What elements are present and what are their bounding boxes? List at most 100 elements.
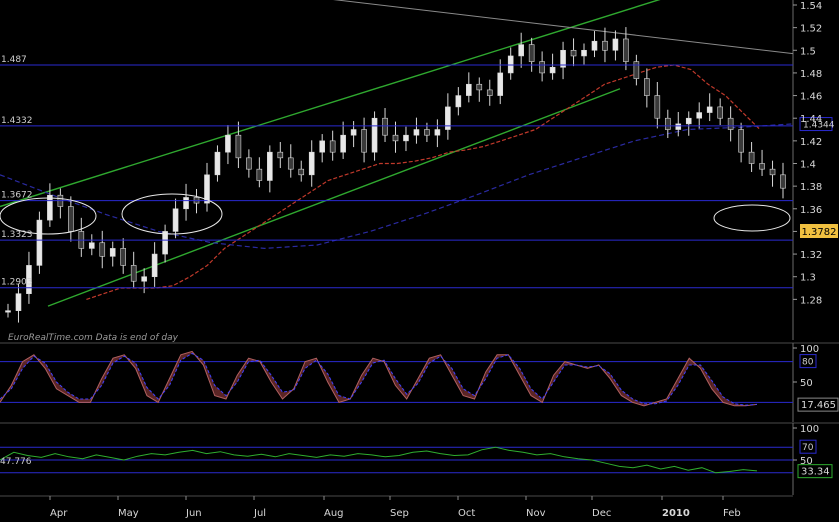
price-candle-body xyxy=(319,140,325,153)
price-tick-label: 1.28 xyxy=(800,295,822,306)
price-tick-label: 1.3 xyxy=(800,273,816,284)
time-tick-label: Jul xyxy=(253,508,266,519)
price-candle-body xyxy=(298,168,305,176)
price-candle-body xyxy=(141,276,147,282)
price-candle-body xyxy=(214,151,221,176)
time-tick-label: Aug xyxy=(324,508,344,519)
price-candle-body xyxy=(644,78,650,96)
price-tick-label: 1.5 xyxy=(800,46,816,57)
price-candle-body xyxy=(267,151,273,181)
price-level-label: 1.3323 xyxy=(1,230,33,240)
price-candle-body xyxy=(392,134,399,142)
price-tick-label: 1.32 xyxy=(800,250,822,261)
price-candle-body xyxy=(225,134,231,153)
price-candle-body xyxy=(507,55,514,74)
time-tick-label: Sep xyxy=(390,508,409,519)
time-tick-label: May xyxy=(118,508,139,519)
stoch-level-tag-label: 80 xyxy=(802,358,814,368)
price-candle-body xyxy=(151,253,158,278)
price-candle-body xyxy=(539,61,545,74)
price-candle-body xyxy=(497,72,504,96)
price-candle-body xyxy=(654,95,661,119)
price-candle-body xyxy=(15,293,22,311)
price-candle-body xyxy=(748,151,755,164)
price-candle-body xyxy=(350,129,357,136)
price-candle-body xyxy=(466,83,472,96)
price-candle-body xyxy=(109,248,116,257)
stoch-tick-label: 50 xyxy=(800,378,813,389)
price-candle-body xyxy=(120,248,127,266)
price-candle-body xyxy=(706,106,713,113)
price-candle-body xyxy=(455,95,462,108)
rsi-tick-label: 100 xyxy=(800,424,819,435)
watermark-text: EuroRealTime.com Data is end of day xyxy=(8,333,179,343)
time-tick-label: Oct xyxy=(458,508,475,519)
price-candle-body xyxy=(361,129,367,153)
time-tick-label: Dec xyxy=(592,508,611,519)
price-candle-body xyxy=(623,38,629,62)
price-tick-label: 1.38 xyxy=(800,182,822,193)
price-candle-body xyxy=(88,242,95,249)
price-candle-body xyxy=(664,117,671,130)
price-candle-body xyxy=(68,206,74,232)
price-candle-body xyxy=(685,117,692,125)
price-candle-body xyxy=(340,134,346,153)
price-candle-body xyxy=(434,129,441,136)
time-tick-label: Apr xyxy=(50,508,68,519)
price-level-label: 1.487 xyxy=(1,55,27,65)
stoch-last-label: 17.465 xyxy=(801,400,836,411)
price-candle-body xyxy=(570,49,577,57)
price-tick-label: 1.4 xyxy=(800,160,816,171)
last-price-tag: 1.3782 xyxy=(800,224,838,238)
price-tick-label: 1.42 xyxy=(800,137,822,148)
time-tick-label: Feb xyxy=(723,508,741,519)
price-candle-body xyxy=(717,106,723,119)
rsi-last-label: 33.34 xyxy=(801,467,830,478)
forex-chart: 1.4871.43321.36721.33231.29031.4344 1.54… xyxy=(0,0,839,522)
time-tick-label: 2010 xyxy=(662,508,690,519)
price-candle-body xyxy=(308,151,315,176)
price-candle-body xyxy=(277,151,284,159)
price-candle-body xyxy=(528,44,535,62)
price-candle-body xyxy=(329,140,336,153)
price-tick-label: 1.44 xyxy=(800,114,822,125)
price-candle-body xyxy=(47,194,53,221)
price-candle-body xyxy=(130,265,137,282)
price-candle-body xyxy=(413,129,420,136)
price-tick-label: 1.52 xyxy=(800,24,822,35)
price-candle-body xyxy=(769,168,776,176)
price-tick-label: 1.46 xyxy=(800,92,822,103)
price-candle-body xyxy=(581,49,587,57)
price-level-label: 1.2903 xyxy=(1,278,33,288)
stoch-tick-label: 100 xyxy=(800,344,819,355)
price-candle-body xyxy=(256,168,263,181)
price-tick-label: 1.54 xyxy=(800,1,822,12)
rsi-level-tag-label: 70 xyxy=(802,443,814,453)
price-candle-body xyxy=(382,117,388,136)
price-candle-body xyxy=(476,83,483,91)
price-candle-body xyxy=(5,310,11,313)
price-candle-body xyxy=(738,129,744,153)
price-candle-body xyxy=(727,117,734,130)
stoch-fill-segment xyxy=(79,399,91,403)
price-candle-body xyxy=(759,163,765,170)
price-candle-body xyxy=(424,129,430,136)
price-tick-label: 1.48 xyxy=(800,69,822,80)
price-candle-body xyxy=(403,134,409,142)
price-candle-body xyxy=(518,44,524,57)
price-candle-body xyxy=(591,40,598,51)
rsi-left-label: 47.776 xyxy=(0,457,32,467)
price-candle-body xyxy=(675,123,682,130)
price-level-label: 1.4332 xyxy=(1,116,33,126)
price-candle-body xyxy=(162,231,168,255)
price-candle-body xyxy=(183,197,189,210)
price-candle-body xyxy=(612,38,619,51)
price-tick-label: 1.36 xyxy=(800,205,822,216)
price-candle-body xyxy=(780,174,786,189)
price-candle-body xyxy=(371,117,378,153)
price-candle-body xyxy=(235,134,242,159)
price-candle-body xyxy=(246,157,252,170)
time-tick-label: Nov xyxy=(526,508,546,519)
price-candle-body xyxy=(486,89,493,96)
time-tick-label: Jun xyxy=(185,508,202,519)
